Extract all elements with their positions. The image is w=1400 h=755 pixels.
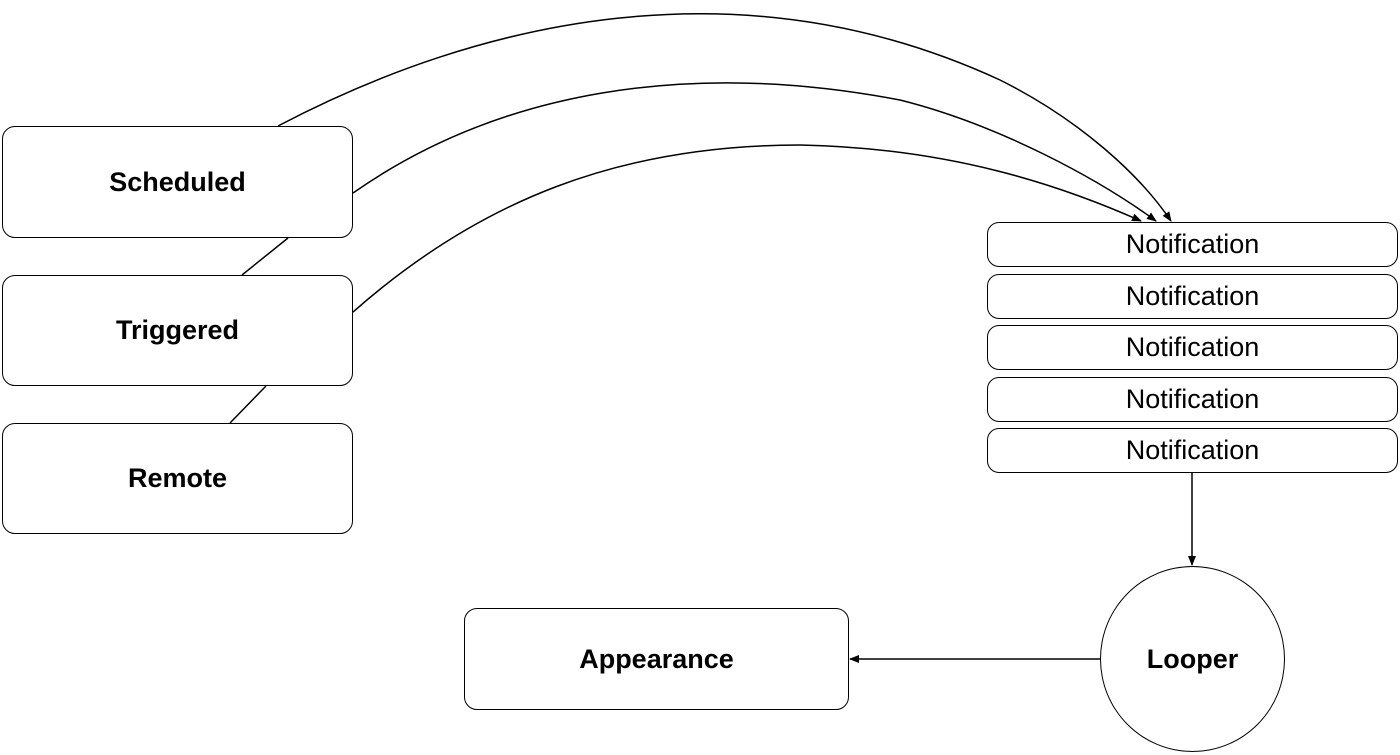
- notification-item[interactable]: Notification: [987, 377, 1398, 422]
- node-scheduled-label: Scheduled: [109, 166, 246, 197]
- notification-label: Notification: [1125, 435, 1260, 465]
- notification-item[interactable]: Notification: [987, 428, 1398, 473]
- notification-label: Notification: [1125, 281, 1260, 311]
- node-appearance[interactable]: Appearance: [464, 608, 849, 710]
- node-looper[interactable]: Looper: [1100, 566, 1285, 752]
- notification-item[interactable]: Notification: [987, 325, 1398, 370]
- notification-label: Notification: [1125, 229, 1260, 259]
- notification-label: Notification: [1125, 384, 1260, 414]
- edge-triggered-to-remote: [229, 385, 267, 424]
- edge-scheduled-right-to-notification: [352, 82, 1157, 222]
- node-appearance-label: Appearance: [579, 643, 734, 674]
- node-remote[interactable]: Remote: [2, 423, 353, 534]
- notification-item[interactable]: Notification: [987, 222, 1398, 267]
- notification-label: Notification: [1125, 332, 1260, 362]
- edge-scheduled-to-triggered: [241, 237, 289, 276]
- node-remote-label: Remote: [127, 463, 228, 493]
- notification-item[interactable]: Notification: [987, 274, 1398, 319]
- node-triggered-label: Triggered: [115, 315, 240, 345]
- edge-scheduled-top-to-notification: [277, 13, 1172, 222]
- node-looper-label: Looper: [1146, 643, 1239, 674]
- node-scheduled[interactable]: Scheduled: [2, 126, 353, 238]
- node-triggered[interactable]: Triggered: [2, 275, 353, 386]
